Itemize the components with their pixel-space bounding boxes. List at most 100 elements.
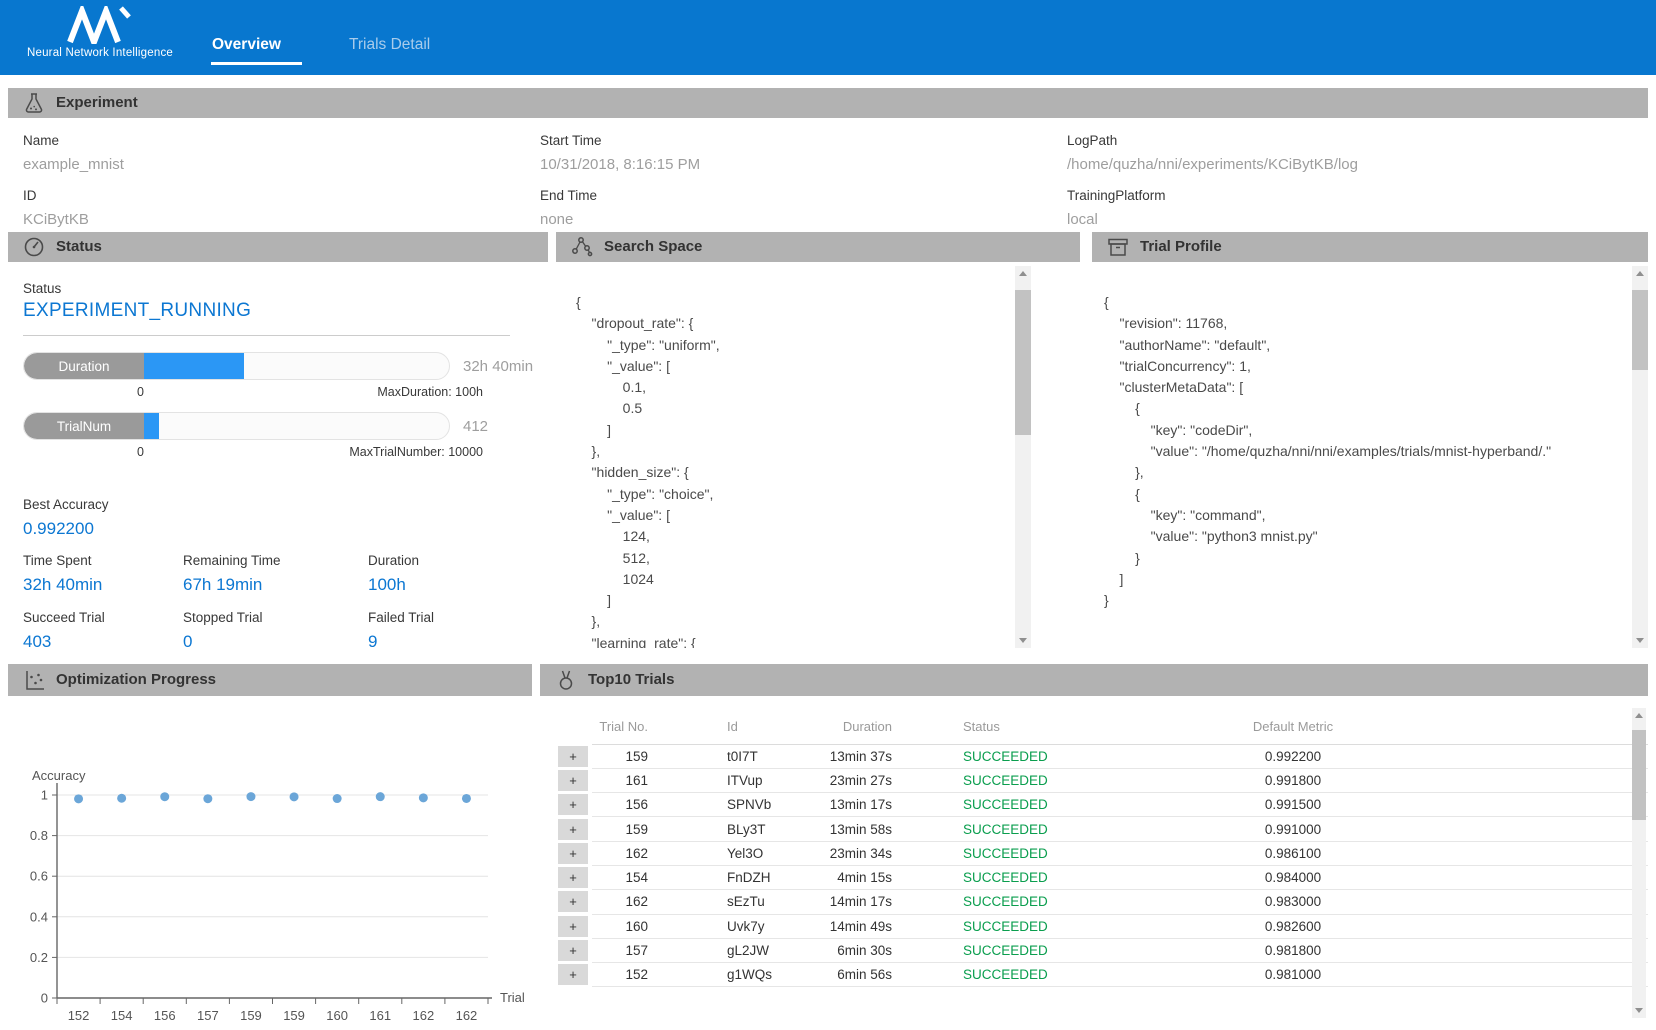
expand-row-button[interactable]: +	[558, 819, 588, 840]
svg-text:162: 162	[412, 1008, 434, 1022]
col-default-metric: Default Metric	[1100, 710, 1486, 744]
best-accuracy: Best Accuracy 0.992200	[23, 497, 109, 539]
trial-profile-scrollbar[interactable]	[1632, 266, 1648, 648]
data-point	[246, 792, 255, 801]
col-status: Status	[912, 710, 1100, 744]
status-cell: SUCCEEDED	[912, 841, 1100, 865]
duration-cell: 6min 56s	[812, 963, 912, 987]
search-space-json: { "dropout_rate": { "_type": "uniform", …	[556, 262, 1012, 648]
status-cell: SUCCEEDED	[912, 938, 1100, 962]
field-value: KCiBytKB	[23, 211, 124, 228]
trial-profile-scroll-area[interactable]: { "revision": 11768, "authorName": "defa…	[1092, 262, 1628, 648]
nni-logo-icon	[10, 6, 190, 44]
table-row: +160Uvk7y14min 49sSUCCEEDED0.982600	[540, 914, 1648, 938]
trial-id-cell: SPNVb	[672, 793, 812, 817]
expand-row-button[interactable]: +	[558, 843, 588, 864]
brand-text: Neural Network Intelligence	[10, 47, 190, 59]
status-value: EXPERIMENT_RUNNING	[23, 300, 251, 322]
expand-row-button[interactable]: +	[558, 916, 588, 937]
stat-succeed-trial: Succeed Trial 403	[23, 610, 105, 652]
range-min: 0	[137, 385, 144, 399]
scrollbar-thumb[interactable]	[1632, 730, 1646, 820]
experiment-section-title: Experiment	[56, 94, 138, 111]
scroll-up-arrow[interactable]	[1019, 271, 1027, 276]
search-space-scroll-area[interactable]: { "dropout_rate": { "_type": "uniform", …	[556, 262, 1012, 648]
status-panel: Status Status EXPERIMENT_RUNNING Duratio…	[8, 232, 548, 656]
metric-cell: 0.991500	[1100, 793, 1486, 817]
stat-duration: Duration 100h	[368, 553, 419, 595]
range-max: MaxTrialNumber: 10000	[349, 445, 483, 459]
scroll-down-arrow[interactable]	[1636, 638, 1644, 643]
col-duration: Duration	[812, 710, 912, 744]
duration-progress-fill	[144, 353, 244, 379]
tab-trials-detail[interactable]: Trials Detail	[349, 36, 430, 54]
scrollbar-thumb[interactable]	[1015, 290, 1031, 435]
svg-text:152: 152	[68, 1008, 90, 1022]
trial-id-cell: FnDZH	[672, 865, 812, 889]
data-point	[376, 792, 385, 801]
field-label: End Time	[540, 188, 700, 203]
trial-no-cell: 161	[592, 768, 672, 792]
svg-text:0: 0	[41, 991, 48, 1006]
top-navbar: Neural Network Intelligence Overview Tri…	[0, 0, 1656, 75]
scroll-down-arrow[interactable]	[1635, 1008, 1643, 1013]
experiment-section-header: Experiment	[8, 88, 1648, 118]
svg-text:154: 154	[111, 1008, 133, 1022]
search-space-scrollbar[interactable]	[1015, 266, 1031, 648]
duration-cell: 14min 17s	[812, 890, 912, 914]
trial-no-cell: 159	[592, 817, 672, 841]
stat-time-spent: Time Spent 32h 40min	[23, 553, 102, 595]
field-label: LogPath	[1067, 133, 1358, 148]
expand-cell: +	[540, 744, 592, 768]
trial-no-cell: 162	[592, 841, 672, 865]
metric-cell: 0.983000	[1100, 890, 1486, 914]
scrollbar-thumb[interactable]	[1632, 290, 1648, 370]
status-cell: SUCCEEDED	[912, 744, 1100, 768]
duration-cell: 14min 49s	[812, 914, 912, 938]
status-cell: SUCCEEDED	[912, 793, 1100, 817]
top10-table: Trial No. Id Duration Status Default Met…	[540, 710, 1648, 987]
field-label: TrainingPlatform	[1067, 188, 1358, 203]
expand-row-button[interactable]: +	[558, 770, 588, 791]
scroll-down-arrow[interactable]	[1019, 638, 1027, 643]
trial-no-cell: 159	[592, 744, 672, 768]
col-spacer	[1486, 710, 1648, 744]
top10-scrollbar[interactable]	[1632, 708, 1646, 1018]
trial-profile-header: Trial Profile	[1092, 232, 1648, 262]
duration-cell: 23min 27s	[812, 768, 912, 792]
spacer-cell	[1486, 865, 1648, 889]
expand-row-button[interactable]: +	[558, 940, 588, 961]
expand-row-button[interactable]: +	[558, 891, 588, 912]
expand-row-button[interactable]: +	[558, 867, 588, 888]
tab-overview[interactable]: Overview	[212, 36, 281, 54]
svg-text:0.2: 0.2	[30, 950, 48, 965]
nni-dashboard: Neural Network Intelligence Overview Tri…	[0, 0, 1656, 1030]
optimization-progress-header: Optimization Progress	[8, 664, 532, 696]
duration-cell: 23min 34s	[812, 841, 912, 865]
expand-cell: +	[540, 914, 592, 938]
scroll-up-arrow[interactable]	[1636, 271, 1644, 276]
col-id: Id	[672, 710, 812, 744]
svg-text:159: 159	[283, 1008, 305, 1022]
flask-icon	[22, 91, 46, 120]
optimization-progress-panel: Optimization Progress 00.20.40.60.811521…	[8, 664, 532, 1022]
status-cell: SUCCEEDED	[912, 890, 1100, 914]
trial-no-cell: 156	[592, 793, 672, 817]
trial-id-cell: g1WQs	[672, 963, 812, 987]
archive-box-icon	[1106, 235, 1130, 264]
trialnum-progress-track: TrialNum	[23, 412, 450, 440]
expand-row-button[interactable]: +	[558, 964, 588, 985]
svg-text:160: 160	[326, 1008, 348, 1022]
table-row: +159BLy3T13min 58sSUCCEEDED0.991000	[540, 817, 1648, 841]
trial-no-cell: 157	[592, 938, 672, 962]
data-point	[333, 794, 342, 803]
svg-text:161: 161	[369, 1008, 391, 1022]
metric-cell: 0.992200	[1100, 744, 1486, 768]
data-point	[290, 792, 299, 801]
status-cell: SUCCEEDED	[912, 768, 1100, 792]
expand-row-button[interactable]: +	[558, 746, 588, 767]
status-cell: SUCCEEDED	[912, 963, 1100, 987]
scroll-up-arrow[interactable]	[1635, 713, 1643, 718]
trial-profile-panel: Trial Profile { "revision": 11768, "auth…	[1092, 232, 1648, 656]
expand-row-button[interactable]: +	[558, 794, 588, 815]
